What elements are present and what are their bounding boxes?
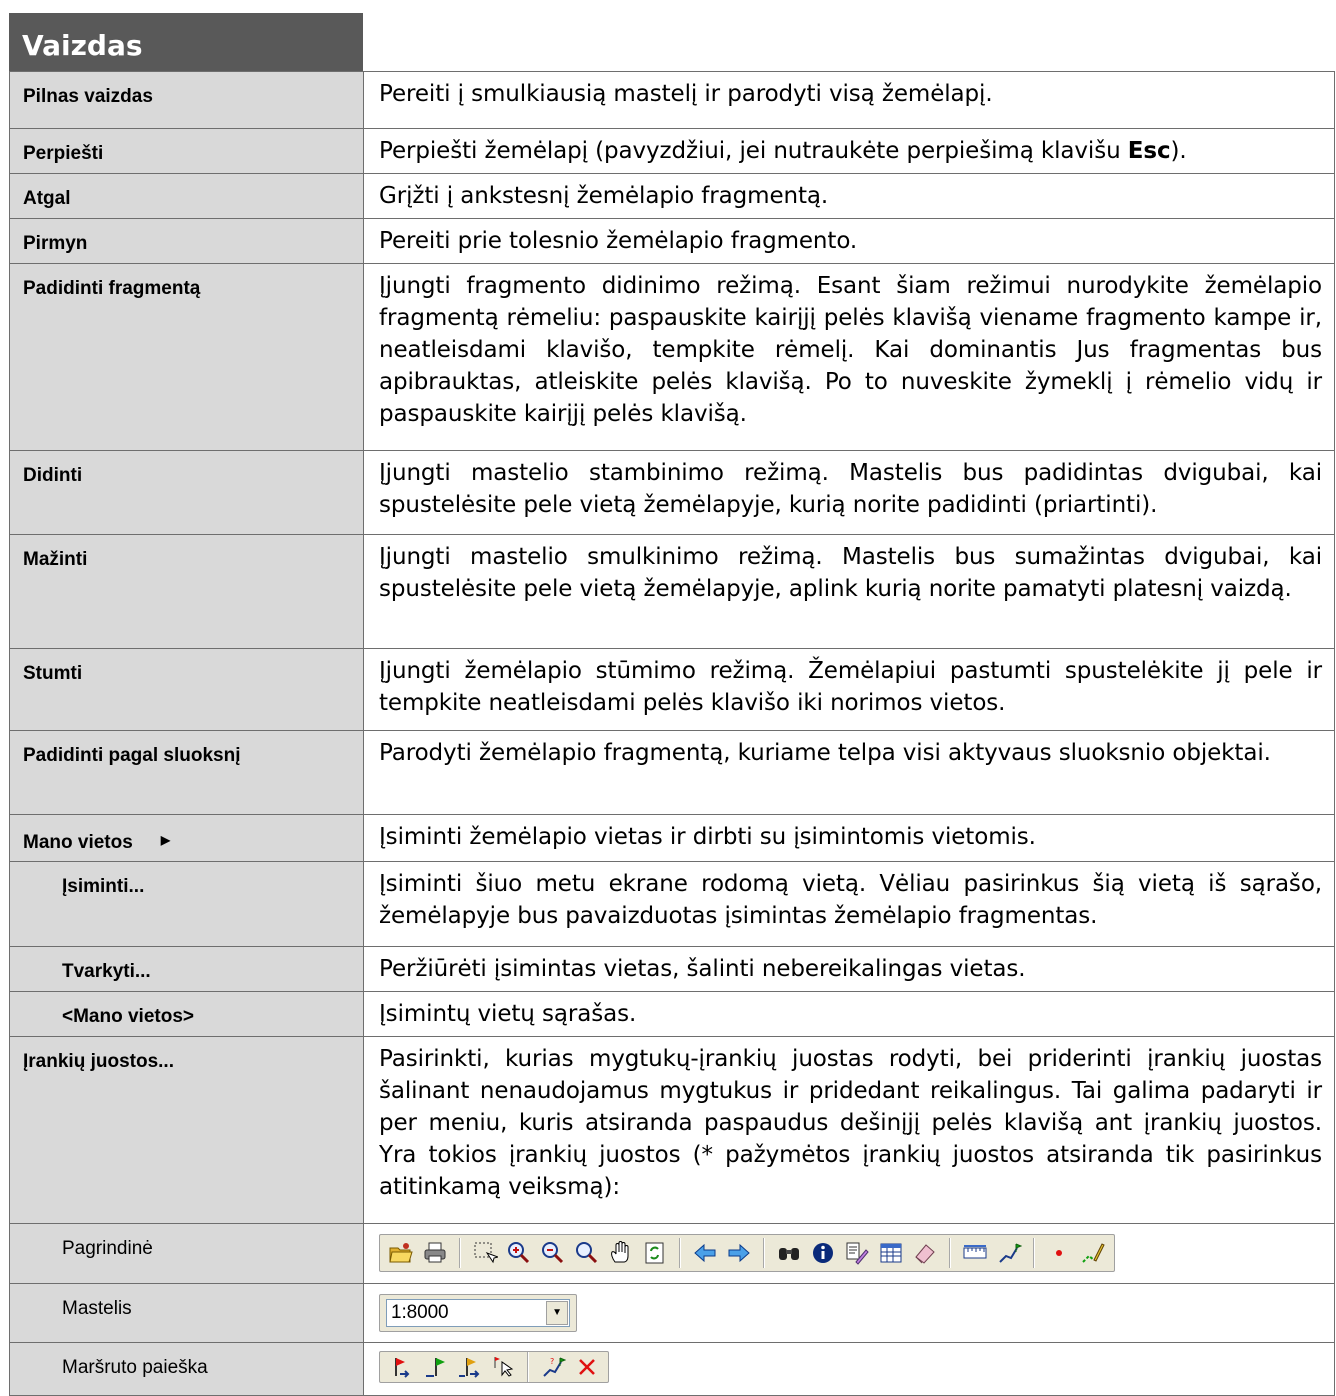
toolbar-separator [949,1238,951,1268]
toolbar-separator [763,1238,765,1268]
table-row: Mano vietos ▶ Įsiminti žemėlapio vietas i… [9,814,1335,862]
menu-item-zoom-fragment: Padidinti fragmentą [9,263,364,451]
point-icon[interactable] [1044,1238,1074,1268]
toolbar-preview-cell: 1:8000 ▼ [363,1283,1335,1343]
route-search-toolbar: ? [379,1351,609,1383]
toolbar-name-scale: Mastelis [9,1283,364,1343]
menu-item-toolbars: Įrankių juostos... [9,1036,364,1224]
table-row: Stumti Įjungti žemėlapio stūmimo režimą.… [9,648,1335,731]
zoom-out-icon[interactable] [538,1238,568,1268]
menu-item-full-view: Pilnas vaizdas [9,71,364,129]
table-row: Padidinti pagal sluoksnį Parodyti žemėla… [9,730,1335,815]
menu-item-description: Pereiti prie tolesnio žemėlapio fragment… [363,218,1335,264]
menu-item-description: Parodyti žemėlapio fragmentą, kuriame te… [363,730,1335,815]
menu-item-zoom-in: Didinti [9,450,364,535]
key-esc: Esc [1127,138,1171,164]
menu-item-description: Įjungti fragmento didinimo režimą. Esant… [363,263,1335,451]
table-row: Mastelis 1:8000 ▼ [9,1283,1335,1343]
scale-select[interactable]: 1:8000 ▼ [386,1299,570,1327]
table-row: Pilnas vaizdas Pereiti į smulkiausią mas… [9,71,1335,129]
pan-hand-icon[interactable] [606,1238,636,1268]
ruler-icon[interactable] [960,1238,990,1268]
table-row: Pagrindinė [9,1223,1335,1284]
menu-item-back: Atgal [9,173,364,219]
toolbar-preview-cell [363,1223,1335,1284]
toolbar-separator [527,1352,529,1382]
arrow-right-icon[interactable] [724,1238,754,1268]
table-row: Padidinti fragmentą Įjungti fragmento di… [9,263,1335,451]
print-icon[interactable] [420,1238,450,1268]
menu-item-redraw: Perpiešti [9,128,364,174]
menu-item-manage: Tvarkyti... [9,946,364,992]
zoom-rectangle-icon[interactable] [470,1238,500,1268]
table-row: Įsiminti... Įsiminti šiuo metu ekrane ro… [9,861,1335,947]
info-icon[interactable] [808,1238,838,1268]
menu-item-forward: Pirmyn [9,218,364,264]
menu-item-description: Grįžti į ankstesnį žemėlapio fragmentą. [363,173,1335,219]
open-folder-icon[interactable] [386,1238,416,1268]
route-via-flag-icon[interactable] [454,1352,484,1382]
zoom-in-icon[interactable] [504,1238,534,1268]
svg-text:?: ? [550,1357,554,1366]
route-select-icon[interactable] [488,1352,518,1382]
refresh-icon[interactable] [640,1238,670,1268]
table-row: Perpiešti Perpiešti žemėlapį (pavyzdžiui… [9,128,1335,174]
menu-item-description: Įsiminti šiuo metu ekrane rodomą vietą. … [363,861,1335,947]
menu-item-remember: Įsiminti... [9,861,364,947]
route-start-flag-icon[interactable] [386,1352,416,1382]
table-row: Atgal Grįžti į ankstesnį žemėlapio fragm… [9,173,1335,219]
menu-item-description: Perpiešti žemėlapį (pavyzdžiui, jei nutr… [363,128,1335,174]
menu-item-description: Įsiminti žemėlapio vietas ir dirbti su į… [363,814,1335,862]
chevron-down-icon[interactable]: ▼ [546,1301,568,1325]
toolbar-separator [679,1238,681,1268]
edit-text-icon[interactable] [842,1238,872,1268]
scale-toolbar: 1:8000 ▼ [379,1294,577,1332]
table-row: Didinti Įjungti mastelio stambinimo reži… [9,450,1335,535]
table-icon[interactable] [876,1238,906,1268]
menu-item-description: Įjungti mastelio stambinimo režimą. Mast… [363,450,1335,535]
binoculars-icon[interactable] [774,1238,804,1268]
menu-item-description: Įjungti mastelio smulkinimo režimą. Mast… [363,534,1335,649]
menu-item-description: Įsimintų vietų sąrašas. [363,991,1335,1037]
menu-item-places-list: <Mano vietos> [9,991,364,1037]
route-calculate-icon[interactable]: ? [538,1352,568,1382]
menu-item-zoom-out: Mažinti [9,534,364,649]
magnifier-icon[interactable] [572,1238,602,1268]
toolbar-preview-cell: ? [363,1342,1335,1396]
menu-table: Pilnas vaizdas Pereiti į smulkiausią mas… [9,71,1335,1396]
toolbar-separator [459,1238,461,1268]
table-row: Įrankių juostos... Pasirinkti, kurias my… [9,1036,1335,1224]
toolbar-name-route-search: Maršruto paieška [9,1342,364,1396]
menu-item-my-places: Mano vietos ▶ [9,814,364,862]
table-row: <Mano vietos> Įsimintų vietų sąrašas. [9,991,1335,1037]
menu-item-description: Pereiti į smulkiausią mastelį ir parodyt… [363,71,1335,129]
table-row: Maršruto paieška ? [9,1342,1335,1396]
table-row: Mažinti Įjungti mastelio smulkinimo reži… [9,534,1335,649]
toolbar-name-main: Pagrindinė [9,1223,364,1284]
scale-value: 1:8000 [391,1302,449,1323]
menu-item-zoom-to-layer: Padidinti pagal sluoksnį [9,730,364,815]
menu-item-pan: Stumti [9,648,364,731]
menu-item-description: Peržiūrėti įsimintas vietas, šalinti neb… [363,946,1335,992]
toolbar-separator [1033,1238,1035,1268]
menu-item-description: Pasirinkti, kurias mygtukų-įrankių juost… [363,1036,1335,1224]
draw-line-icon[interactable] [1078,1238,1108,1268]
close-icon[interactable] [572,1352,602,1382]
route-icon[interactable] [994,1238,1024,1268]
table-row: Pirmyn Pereiti prie tolesnio žemėlapio f… [9,218,1335,264]
arrow-left-icon[interactable] [690,1238,720,1268]
menu-item-description: Įjungti žemėlapio stūmimo režimą. Žemėla… [363,648,1335,731]
section-title: Vaizdas [9,13,363,71]
main-toolbar [379,1234,1115,1272]
submenu-arrow-icon: ▶ [160,833,171,847]
table-row: Tvarkyti... Peržiūrėti įsimintas vietas,… [9,946,1335,992]
eraser-icon[interactable] [910,1238,940,1268]
route-end-flag-icon[interactable] [420,1352,450,1382]
